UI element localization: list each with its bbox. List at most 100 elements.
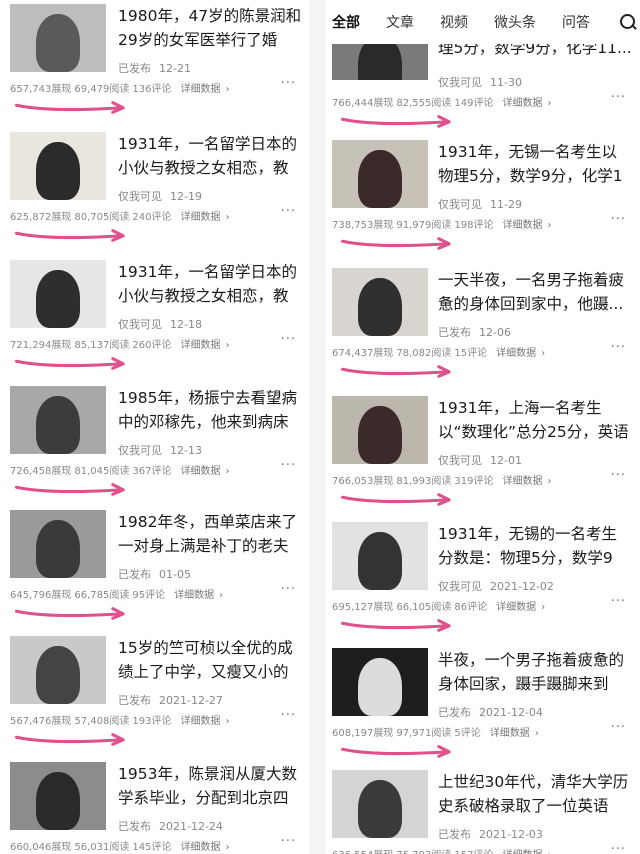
publish-date: 12-06 xyxy=(479,326,511,339)
article-title[interactable]: 1931年，上海一名考生以“数理化”总分25分，英语0分... xyxy=(438,396,632,444)
tab-videos[interactable]: 视频 xyxy=(440,12,468,32)
impressions-count: 645,796展现 xyxy=(10,590,72,601)
details-link[interactable]: 详细数据 › xyxy=(496,602,548,613)
details-label: 详细数据 xyxy=(502,850,542,854)
details-link[interactable]: 详细数据 › xyxy=(174,590,226,601)
article-title[interactable]: 1982年冬，西单菜店来了一对身上满是补丁的老夫妻，... xyxy=(118,510,302,558)
article-stats: 721,294展现 85,137阅读 260评论 详细数据 › xyxy=(10,336,235,351)
article-thumbnail[interactable] xyxy=(10,260,106,328)
article-title[interactable]: 1931年，一名留学日本的小伙与教授之女相恋，教授... xyxy=(118,260,302,308)
chevron-right-icon: › xyxy=(219,590,224,601)
impressions-count: 636,554展现 xyxy=(332,850,393,854)
article-stats: 766,053展现 81,993阅读 319评论 详细数据 › xyxy=(332,472,557,487)
more-options-icon[interactable]: ··· xyxy=(611,90,626,105)
comments-count: 5评论 xyxy=(454,728,481,739)
article-stats: 674,437展现 78,082阅读 15评论 详细数据 › xyxy=(332,344,551,359)
article-thumbnail[interactable] xyxy=(332,268,428,336)
more-options-icon[interactable]: ··· xyxy=(611,594,626,609)
reads-count: 81,045阅读 xyxy=(74,466,130,477)
visibility-status: 仅我可见 xyxy=(118,190,162,203)
publish-date: 12-18 xyxy=(170,318,202,331)
more-options-icon[interactable]: ··· xyxy=(281,582,296,597)
article-card[interactable]: 1931年，无锡一名考生以物理5分，数学9分，化学11... 仅我可见 11-29 7… xyxy=(326,140,640,258)
more-options-icon[interactable]: ··· xyxy=(611,212,626,227)
article-stats: 726,458展现 81,045阅读 367评论 详细数据 › xyxy=(10,462,235,477)
article-thumbnail[interactable] xyxy=(10,386,106,454)
more-options-icon[interactable]: ··· xyxy=(611,340,626,355)
details-link[interactable]: 详细数据 › xyxy=(180,212,232,223)
article-card[interactable]: 上世纪30年代，清华大学历史系破格录取了一位英语0... 已发布 2021-12-0… xyxy=(326,770,640,854)
details-link[interactable]: 详细数据 › xyxy=(490,728,542,739)
reads-count: 66,105阅读 xyxy=(396,602,452,613)
article-thumbnail[interactable] xyxy=(10,510,106,578)
article-thumbnail[interactable] xyxy=(10,132,106,200)
article-title[interactable]: 上世纪30年代，清华大学历史系破格录取了一位英语0... xyxy=(438,770,632,818)
reads-count: 91,979阅读 xyxy=(396,220,452,231)
details-link[interactable]: 详细数据 › xyxy=(180,84,232,95)
details-label: 详细数据 xyxy=(180,212,221,223)
more-options-icon[interactable]: ··· xyxy=(281,834,296,849)
article-title[interactable]: 1985年，杨振宁去看望病中的邓稼先，他来到病床前... xyxy=(118,386,302,434)
article-card[interactable]: 1931年，上海一名考生以“数理化”总分25分，英语0分... 仅我可见 12-01… xyxy=(326,396,640,514)
impressions-count: 608,197展现 xyxy=(332,728,394,739)
portrait-figure xyxy=(36,14,80,72)
search-icon[interactable] xyxy=(620,14,636,30)
more-options-icon[interactable]: ··· xyxy=(281,458,296,473)
tab-qa[interactable]: 问答 xyxy=(562,12,590,32)
article-title[interactable]: 1953年，陈景润从厦大数学系毕业，分配到北京四中当... xyxy=(118,762,302,810)
article-thumbnail[interactable] xyxy=(332,522,428,590)
tab-articles[interactable]: 文章 xyxy=(386,12,414,32)
article-title[interactable]: 1931年，一名留学日本的小伙与教授之女相恋，教授... xyxy=(118,132,302,180)
more-options-icon[interactable]: ··· xyxy=(611,468,626,483)
chevron-right-icon: › xyxy=(225,212,230,223)
article-thumbnail[interactable] xyxy=(332,770,428,838)
article-card[interactable]: 1931年，一名留学日本的小伙与教授之女相恋，教授... 仅我可见 12-19 625… xyxy=(0,132,310,250)
more-options-icon[interactable]: ··· xyxy=(611,720,626,735)
tab-all[interactable]: 全部 xyxy=(332,12,360,32)
article-stats: 695,127展现 66,105阅读 86评论 详细数据 › xyxy=(332,598,551,613)
impressions-count: 766,053展现 xyxy=(332,476,394,487)
tab-micro-posts[interactable]: 微头条 xyxy=(494,12,536,32)
article-card[interactable]: 1931年，无锡的一名考生分数是：物理5分，数学9分，... 仅我可见 2021-1… xyxy=(326,522,640,640)
article-thumbnail[interactable] xyxy=(10,4,106,72)
article-title[interactable]: 半夜，一个男子拖着疲惫的身体回家，蹑手蹑脚来到卧... xyxy=(438,648,632,696)
reads-count: 66,785阅读 xyxy=(74,590,130,601)
details-link[interactable]: 详细数据 › xyxy=(502,98,554,109)
chevron-right-icon: › xyxy=(541,602,546,613)
more-options-icon[interactable]: ··· xyxy=(611,842,626,854)
publish-date: 2021-12-03 xyxy=(479,828,543,841)
details-link[interactable]: 详细数据 › xyxy=(502,476,554,487)
more-options-icon[interactable]: ··· xyxy=(281,332,296,347)
more-options-icon[interactable]: ··· xyxy=(281,204,296,219)
article-card[interactable]: 一天半夜，一名男子拖着疲惫的身体回到家中，他蹑... 已发布 12-06 674,43… xyxy=(326,268,640,386)
article-thumbnail[interactable] xyxy=(10,762,106,830)
details-link[interactable]: 详细数据 › xyxy=(180,842,232,853)
details-link[interactable]: 详细数据 › xyxy=(180,716,232,727)
article-status: 已发布 12-06 xyxy=(438,324,511,340)
article-card[interactable]: 1953年，陈景润从厦大数学系毕业，分配到北京四中当... 已发布 2021-12-… xyxy=(0,762,310,854)
article-card[interactable]: 1931年，一名留学日本的小伙与教授之女相恋，教授... 仅我可见 12-18 721… xyxy=(0,260,310,378)
article-title[interactable]: 15岁的竺可桢以全优的成绩上了中学，又瘦又小的他被... xyxy=(118,636,302,684)
article-thumbnail[interactable] xyxy=(10,636,106,704)
article-thumbnail[interactable] xyxy=(332,396,428,464)
article-card[interactable]: 1982年冬，西单菜店来了一对身上满是补丁的老夫妻，... 已发布 01-05 645… xyxy=(0,510,310,628)
details-link[interactable]: 详细数据 › xyxy=(180,340,232,351)
chevron-right-icon: › xyxy=(547,476,552,487)
article-thumbnail[interactable] xyxy=(332,140,428,208)
article-title[interactable]: 1931年，无锡一名考生以物理5分，数学9分，化学11... xyxy=(438,140,632,188)
article-title[interactable]: 一天半夜，一名男子拖着疲惫的身体回到家中，他蹑... xyxy=(438,268,632,316)
article-card[interactable]: 半夜，一个男子拖着疲惫的身体回家，蹑手蹑脚来到卧... 已发布 2021-12-04… xyxy=(326,648,640,766)
article-thumbnail[interactable] xyxy=(332,648,428,716)
article-card[interactable]: 15岁的竺可桢以全优的成绩上了中学，又瘦又小的他被... 已发布 2021-12-2… xyxy=(0,636,310,754)
left-article-column: 1980年，47岁的陈景润和29岁的女军医举行了婚礼。... 已发布 12-21 65… xyxy=(0,0,310,854)
article-card[interactable]: 1985年，杨振宁去看望病中的邓稼先，他来到病床前... 仅我可见 12-13 726… xyxy=(0,386,310,504)
article-title[interactable]: 1931年，无锡的一名考生分数是：物理5分，数学9分，... xyxy=(438,522,632,570)
more-options-icon[interactable]: ··· xyxy=(281,708,296,723)
details-link[interactable]: 详细数据 › xyxy=(502,850,554,854)
details-link[interactable]: 详细数据 › xyxy=(180,466,232,477)
more-options-icon[interactable]: ··· xyxy=(281,76,296,91)
details-link[interactable]: 详细数据 › xyxy=(502,220,554,231)
article-card[interactable]: 1980年，47岁的陈景润和29岁的女军医举行了婚礼。... 已发布 12-21 65… xyxy=(0,4,310,122)
article-title[interactable]: 1980年，47岁的陈景润和29岁的女军医举行了婚礼。... xyxy=(118,4,302,52)
details-link[interactable]: 详细数据 › xyxy=(496,348,548,359)
